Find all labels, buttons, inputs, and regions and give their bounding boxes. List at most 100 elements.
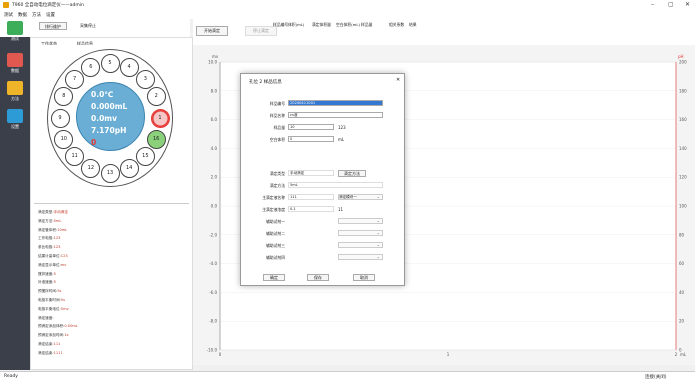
info-value: 5s bbox=[60, 298, 65, 302]
info-row: 工作电极:123 bbox=[38, 236, 60, 241]
sample-position-13[interactable]: 13 bbox=[100, 163, 120, 183]
results-header: 开始滴定 停止滴定 样品编号 体积(mL) 滴定体积量 空白体积(mL) 样品量 相关系数… bbox=[193, 19, 695, 45]
temperature-readout: 0.0℃ bbox=[91, 90, 114, 99]
y-right-tick: 120 bbox=[679, 175, 687, 180]
flask-icon bbox=[7, 21, 23, 35]
titration-method-button[interactable]: 滴定方法 bbox=[338, 170, 366, 177]
amount-input[interactable]: 10 bbox=[288, 124, 334, 130]
sample-info-dialog: 孔位 2 样品信息 ✕ 样品编号 20240411001 样品名称 cs液 样品… bbox=[240, 73, 405, 286]
info-value: 5 bbox=[53, 280, 56, 285]
start-titration-button[interactable]: 开始滴定 bbox=[196, 26, 228, 36]
aux-reagent-2-select[interactable] bbox=[338, 230, 383, 236]
sample-position-7[interactable]: 7 bbox=[65, 69, 85, 89]
blank-input[interactable]: 0 bbox=[288, 136, 334, 142]
mv-readout: 0.0mv bbox=[91, 114, 117, 123]
aux-reagent-1-select[interactable] bbox=[338, 218, 383, 224]
main-reagent-label: 主滴定液名称 bbox=[262, 195, 285, 200]
chart-icon bbox=[7, 53, 23, 67]
y-left-tick: -10.0 bbox=[207, 348, 218, 353]
table-header[interactable]: 相关系数 bbox=[389, 22, 404, 28]
info-row: 结果计量单位:123 bbox=[38, 254, 68, 259]
info-key: 预滴定添加体积: bbox=[38, 324, 65, 329]
y-left-tick: -4.0 bbox=[209, 261, 217, 266]
y-right-tick: 60 bbox=[679, 261, 685, 266]
sample-position-4[interactable]: 4 bbox=[119, 57, 139, 77]
sample-position-2[interactable]: 2 bbox=[146, 87, 166, 107]
info-row: 滴定方法:5mL bbox=[38, 219, 61, 224]
info-value: 123 bbox=[53, 245, 61, 250]
save-button[interactable]: 保存 bbox=[307, 274, 329, 281]
y-right-tick: 40 bbox=[679, 290, 685, 295]
aux-reagent-3-select[interactable] bbox=[338, 242, 383, 248]
sample-position-3[interactable]: 3 bbox=[135, 69, 155, 89]
sample-no-label: 样品编号 bbox=[269, 101, 285, 106]
info-key: 滴定类型: bbox=[38, 210, 54, 214]
info-value: 5s bbox=[57, 289, 62, 294]
table-header[interactable]: 体积(mL) bbox=[288, 22, 304, 28]
table-header[interactable]: 空白体积(mL) bbox=[336, 22, 360, 28]
dialog-title: 孔位 2 样品信息 bbox=[249, 80, 282, 85]
sample-position-16[interactable]: 16 bbox=[146, 129, 166, 149]
sidebar-item-settings[interactable]: 设置 bbox=[3, 109, 27, 130]
menu-settings[interactable]: 设置 bbox=[46, 12, 55, 18]
info-key: 电极平衡电位: bbox=[38, 306, 61, 311]
info-row: 预滴定添加时间:1s bbox=[38, 333, 69, 338]
sample-position-10[interactable]: 10 bbox=[54, 129, 74, 149]
type-label: 滴定类型 bbox=[269, 171, 285, 176]
main-conc-label: 主滴定液浓度 bbox=[262, 207, 285, 212]
sidebar-item-data[interactable]: 数据 bbox=[3, 53, 27, 74]
y-right-tick: 20 bbox=[679, 319, 685, 324]
minimize-icon[interactable]: – bbox=[651, 1, 654, 8]
table-header[interactable]: 样品量 bbox=[361, 22, 372, 28]
y-left-tick: 10.0 bbox=[208, 60, 217, 65]
sample-position-5[interactable]: 5 bbox=[100, 53, 120, 73]
confirm-button[interactable]: 确定 bbox=[263, 274, 285, 281]
flush-button[interactable]: 排行维护 bbox=[39, 22, 67, 30]
info-row: 滴定类型:手动滴定 bbox=[38, 210, 68, 215]
info-key: 参比电极: bbox=[38, 245, 54, 250]
aux-reagent-4-label: 辅助试剂四 bbox=[266, 255, 285, 260]
menu-method[interactable]: 方法 bbox=[32, 12, 41, 18]
table-header[interactable]: 样品编号 bbox=[273, 22, 288, 28]
y-right-tick: 80 bbox=[679, 232, 685, 237]
aux-reagent-2-label: 辅助试剂二 bbox=[266, 231, 285, 236]
sample-position-14[interactable]: 14 bbox=[119, 159, 139, 179]
x-tick: 0 bbox=[219, 352, 222, 357]
info-value: 5mL bbox=[53, 218, 62, 223]
info-key: 滴定方法: bbox=[38, 218, 54, 223]
close-icon[interactable]: ✕ bbox=[685, 1, 690, 8]
menu-data[interactable]: 数据 bbox=[18, 12, 27, 18]
reagent-module-select[interactable]: 滴定模块一 bbox=[338, 194, 383, 200]
y-left-tick: -6.0 bbox=[209, 290, 217, 295]
sample-name-label: 样品名称 bbox=[269, 113, 285, 118]
sample-no-input[interactable]: 20240411001 bbox=[288, 100, 383, 106]
sample-info-list: 滴定类型:手动滴定 滴定方法:5mL 滴定管体积:10mL 工作电极:123 参比电极:… bbox=[34, 203, 189, 363]
info-row: 滴定结束:111 bbox=[38, 342, 60, 347]
close-icon[interactable]: ✕ bbox=[396, 77, 400, 83]
sidebar-item-test[interactable]: 测试 bbox=[3, 21, 27, 42]
info-row: 电极平衡电位:5mv bbox=[38, 307, 69, 312]
sample-position-1[interactable]: 1 bbox=[150, 108, 170, 128]
info-row: 参比电极:123 bbox=[38, 245, 60, 250]
menu-test[interactable]: 测试 bbox=[4, 12, 13, 18]
aux-reagent-4-select[interactable] bbox=[338, 254, 383, 260]
title-bar: T960 全自动电位滴定仪——admin – ▢ ✕ bbox=[0, 0, 695, 10]
sample-name-input[interactable]: cs液 bbox=[288, 112, 383, 118]
y-right-tick: 180 bbox=[679, 88, 687, 93]
main-conc-field: 0.1 bbox=[288, 206, 334, 212]
pause-collect-button[interactable]: 采集停止 bbox=[74, 22, 102, 30]
amount-label: 样品量 bbox=[273, 125, 285, 130]
table-header[interactable]: 滴定体积量 bbox=[312, 22, 331, 28]
table-header[interactable]: 结果 bbox=[409, 22, 417, 28]
info-value: mv bbox=[60, 262, 67, 267]
sidebar-item-method[interactable]: 方法 bbox=[3, 81, 27, 102]
cancel-button[interactable]: 取消 bbox=[353, 274, 375, 281]
sample-position-6[interactable]: 6 bbox=[81, 57, 101, 77]
maximize-icon[interactable]: ▢ bbox=[668, 1, 674, 8]
blank-label: 空白体积 bbox=[269, 137, 285, 142]
y-left-tick: 0.0 bbox=[211, 204, 218, 209]
type-field: 手动滴定 bbox=[288, 170, 334, 176]
info-value: 5mv bbox=[60, 306, 69, 311]
status-text: Ready bbox=[4, 374, 18, 379]
sample-position-9[interactable]: 9 bbox=[50, 108, 70, 128]
